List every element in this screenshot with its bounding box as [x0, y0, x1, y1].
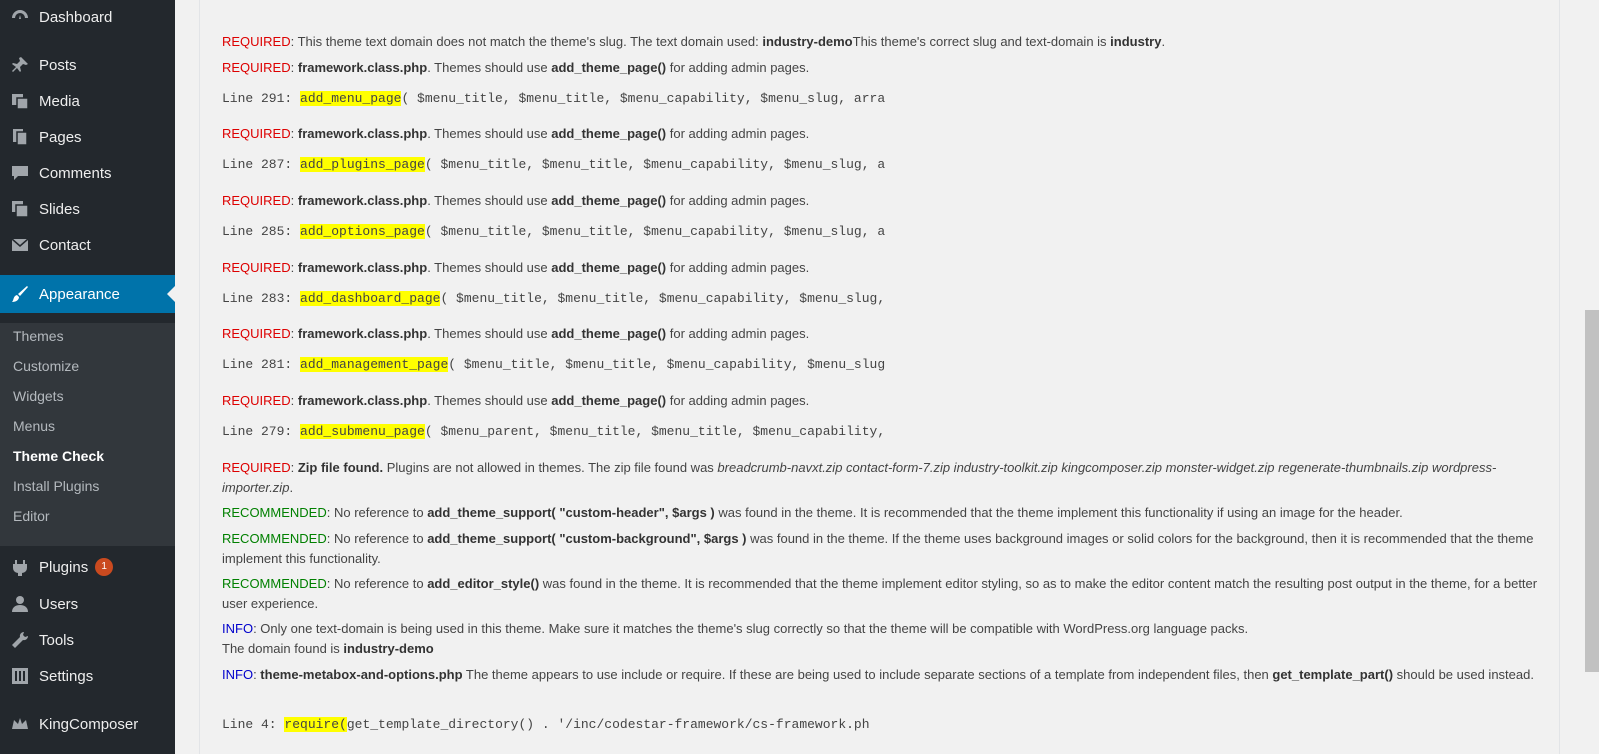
result-submenu-page: REQUIRED: framework.class.php. Themes sh…	[222, 393, 810, 408]
menu-posts[interactable]: Posts	[0, 48, 175, 82]
active-menu-arrow	[167, 286, 175, 302]
result-text-domain-info: INFO: Only one text-domain is being used…	[222, 621, 1249, 656]
menu-tools-label: Tools	[39, 631, 75, 649]
appearance-submenu: Themes Customize Widgets Menus Theme Che…	[0, 323, 175, 546]
code-line-281: Line 281: add_management_page( $menu_tit…	[222, 357, 886, 372]
menu-appearance-label: Appearance	[39, 285, 120, 303]
plugins-icon	[10, 558, 30, 578]
result-options-page: REQUIRED: framework.class.php. Themes sh…	[222, 193, 810, 208]
submenu-widgets[interactable]: Widgets	[13, 388, 64, 404]
menu-pages-label: Pages	[39, 128, 82, 146]
menu-plugins-label: Plugins 1	[39, 558, 114, 577]
kingcomposer-icon	[10, 714, 30, 734]
result-plugins-page: REQUIRED: framework.class.php. Themes sh…	[222, 126, 810, 141]
menu-plugins-text: Plugins	[39, 558, 89, 576]
submenu-menus[interactable]: Menus	[13, 418, 55, 434]
menu-settings[interactable]: Settings	[0, 659, 175, 693]
menu-slides-label: Slides	[39, 200, 80, 218]
submenu-install-plugins[interactable]: Install Plugins	[13, 478, 99, 494]
slides-icon	[10, 199, 30, 219]
menu-contact-label: Contact	[39, 236, 91, 254]
dashboard-icon	[10, 7, 30, 27]
code-line-283: Line 283: add_dashboard_page( $menu_titl…	[222, 291, 886, 306]
code-line-4: Line 4: require(get_template_directory()…	[222, 717, 870, 732]
submenu-themes[interactable]: Themes	[13, 328, 64, 344]
media-icon	[10, 91, 30, 111]
settings-icon	[10, 666, 30, 686]
result-textdomain: REQUIRED: This theme text domain does no…	[222, 34, 1166, 49]
menu-dashboard[interactable]: Dashboard	[0, 0, 175, 34]
result-custom-header: RECOMMENDED: No reference to add_theme_s…	[222, 505, 1403, 520]
menu-media-label: Media	[39, 92, 80, 110]
result-management-page: REQUIRED: framework.class.php. Themes sh…	[222, 326, 810, 341]
menu-slides[interactable]: Slides	[0, 192, 175, 226]
result-editor-style: RECOMMENDED: No reference to add_editor_…	[222, 576, 1538, 611]
comments-icon	[10, 163, 30, 183]
menu-dashboard-label: Dashboard	[39, 8, 113, 26]
code-line-287: Line 287: add_plugins_page( $menu_title,…	[222, 157, 886, 172]
scrollbar-thumb[interactable]	[1585, 310, 1599, 672]
result-menu-page: REQUIRED: framework.class.php. Themes sh…	[222, 60, 810, 75]
email-icon	[10, 235, 30, 255]
result-dashboard-page: REQUIRED: framework.class.php. Themes sh…	[222, 260, 810, 275]
menu-users[interactable]: Users	[0, 587, 175, 621]
code-line-279: Line 279: add_submenu_page( $menu_parent…	[222, 424, 886, 439]
menu-media[interactable]: Media	[0, 84, 175, 118]
menu-posts-label: Posts	[39, 56, 77, 74]
admin-sidebar: Dashboard Posts Media Pages Comments Sli…	[0, 0, 175, 754]
result-include-require-info: INFO: theme-metabox-and-options.php The …	[222, 667, 1534, 682]
plugins-update-badge: 1	[95, 558, 114, 577]
menu-tools[interactable]: Tools	[0, 623, 175, 657]
menu-kingcomposer-label: KingComposer	[39, 715, 139, 733]
menu-users-label: Users	[39, 595, 79, 613]
menu-kingcomposer[interactable]: KingComposer	[0, 707, 175, 741]
pages-icon	[10, 127, 30, 147]
code-line-285: Line 285: add_options_page( $menu_title,…	[222, 224, 886, 239]
submenu-editor[interactable]: Editor	[13, 508, 50, 524]
pushpin-icon	[10, 55, 30, 75]
theme-check-results: REQUIRED: This theme text domain does no…	[199, 0, 1560, 754]
tools-icon	[10, 630, 30, 650]
menu-settings-label: Settings	[39, 667, 94, 685]
menu-comments[interactable]: Comments	[0, 156, 175, 190]
page-scrollbar[interactable]	[1583, 0, 1599, 754]
menu-contact[interactable]: Contact	[0, 228, 175, 262]
code-line-291: Line 291: add_menu_page( $menu_title, $m…	[222, 91, 886, 106]
submenu-customize[interactable]: Customize	[13, 358, 79, 374]
menu-pages[interactable]: Pages	[0, 120, 175, 154]
result-zip-file: REQUIRED: Zip file found. Plugins are no…	[222, 460, 1497, 495]
users-icon	[10, 594, 30, 614]
menu-comments-label: Comments	[39, 164, 112, 182]
submenu-theme-check[interactable]: Theme Check	[13, 448, 104, 464]
menu-appearance[interactable]: Appearance	[0, 275, 175, 313]
menu-plugins[interactable]: Plugins 1	[0, 551, 175, 585]
result-custom-background: RECOMMENDED: No reference to add_theme_s…	[222, 531, 1534, 566]
paintbrush-icon	[10, 284, 30, 304]
